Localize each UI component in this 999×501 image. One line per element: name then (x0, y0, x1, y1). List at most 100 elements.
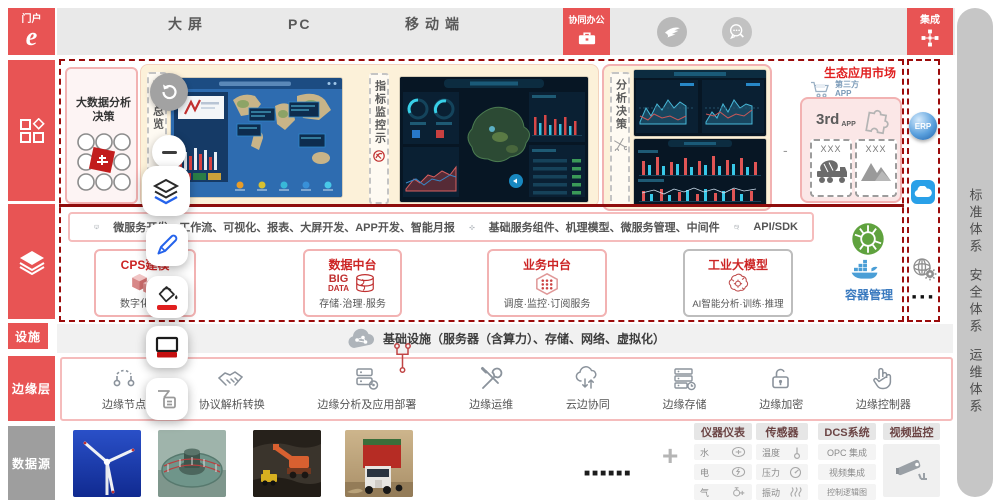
camera-box (883, 444, 940, 497)
sensor-row-pressure: 压力 (756, 464, 808, 480)
mountains-icon (859, 156, 893, 184)
scissors-icon (613, 137, 627, 151)
big-data-db-icon (353, 273, 377, 295)
briefcase-icon (576, 28, 598, 51)
gas-valve-icon (731, 486, 746, 498)
channel-pc: PC (288, 0, 311, 47)
edge-item-controller: 边缘控制器 (856, 366, 911, 412)
server-gear-icon (354, 366, 380, 392)
portal-block: 门户 e (8, 8, 55, 55)
instrument-row-water: 水 (694, 444, 752, 460)
k8s-icon (851, 222, 885, 261)
hand-pointer-icon (870, 366, 896, 392)
tools-icon (478, 366, 504, 392)
facility-layer-label: 设施 (8, 323, 48, 349)
photo-mining-excavator (253, 430, 321, 497)
instruments-header: 仪器仪表 (694, 423, 752, 440)
dashboard-analysis-bottom-screenshot (634, 139, 766, 206)
globe-gear-icon (911, 256, 937, 282)
cloud-app-icon (911, 180, 935, 204)
annotation-layers-button[interactable] (142, 166, 190, 216)
bigdata-title: 大数据分析决策 (71, 97, 136, 125)
bigdata-logo-icon (75, 131, 133, 197)
minus-icon (162, 151, 177, 154)
app-grid-icon (19, 118, 45, 144)
photos-ellipsis: ■■■■■■ (584, 468, 632, 479)
edge-item-encrypt: 边缘加密 (759, 366, 803, 412)
xxx-app-box-2: XXX (855, 139, 897, 197)
instrument-row-electric: 电 (694, 464, 752, 480)
pressure-gauge-icon (789, 466, 802, 479)
security-system-label: 安全体系 (966, 268, 985, 336)
xxx-app-box-1: XXX (810, 139, 852, 197)
industrial-llm-card: 工业大模型 AI智能分析·训练·推理 (683, 249, 793, 317)
ie-logo-icon: e (26, 25, 38, 48)
video-header: 视频监控 (883, 423, 940, 440)
sensor-row-vibration: 振动 (756, 484, 808, 500)
datasource-layer-label: 数据源 (8, 426, 55, 500)
situation-panel: 态势总览 指标监控示 (140, 64, 599, 207)
analysis-decision-tag: 分析决策 (610, 72, 630, 206)
infra-cloud-icon (345, 328, 375, 350)
dashboard-monitor-screenshot (400, 77, 588, 202)
erp-icon: ERP (909, 112, 937, 140)
annotation-fill-button[interactable] (146, 276, 188, 318)
integration-block: 集成 (907, 8, 953, 55)
cctv-camera-icon (894, 455, 930, 487)
annotation-refresh-button[interactable] (150, 73, 188, 111)
container-mgmt-label: 容器管理 (839, 286, 899, 303)
photo-hydro-generator (158, 430, 226, 497)
third-card-title: 3rdAPP (816, 111, 856, 128)
dcs-header: DCS系统 (818, 423, 876, 440)
annotation-collapse-button[interactable] (152, 135, 186, 169)
sensor-row-temp: 温度 (756, 444, 808, 460)
paint-bucket-icon (155, 284, 179, 303)
fill-color-swatch (157, 305, 177, 310)
unlock-icon (768, 366, 794, 392)
hexagon-services-icon (532, 273, 562, 295)
circuit-icon (391, 342, 415, 374)
annotation-template-button[interactable] (146, 378, 188, 420)
edge-item-storage: 边缘存储 (663, 366, 707, 412)
instrument-row-gas: 气 (694, 484, 752, 500)
more-icons-ellipsis: ■ ■ ■ (912, 294, 934, 301)
water-meter-icon (731, 446, 746, 458)
data-platform-card: 数据中台 BIGDATA 存储·治理·服务 (303, 249, 402, 317)
edge-layer-label: 边缘层 (8, 356, 55, 421)
api-window-icon (734, 217, 740, 237)
business-platform-card: 业务中台 调度·监控·订阅服务 (487, 249, 607, 317)
dashboard-situation-screenshot (171, 78, 342, 197)
brush-icon (155, 233, 179, 257)
vibration-icon (789, 486, 802, 498)
dashboard-analysis-top-screenshot (634, 70, 766, 136)
cloud-sync-icon (574, 366, 602, 392)
app-layer-block (8, 60, 55, 201)
third-party-app-card: 3rdAPP XXX XXX (800, 97, 902, 203)
puzzle-icon (860, 103, 894, 137)
cement-truck-icon (814, 156, 848, 186)
dcs-row-opc: OPC 集成 (818, 444, 876, 460)
template-copy-icon (155, 387, 179, 411)
collab-office-label: 协同办公 (568, 13, 604, 26)
edge-item-protocol: 协议解析转换 (199, 366, 265, 412)
eco-market-title: 生态应用市场 (824, 64, 896, 81)
annotation-screen-button[interactable] (146, 326, 188, 368)
dcs-row-logic: 控制逻辑图 (818, 484, 876, 500)
layers-icon (18, 249, 46, 275)
sensors-header: 传感器 (756, 423, 808, 440)
channel-bigscreen: 大屏 (168, 0, 208, 47)
electric-meter-icon (731, 466, 746, 478)
channel-mobile: 移动端 (405, 0, 465, 47)
standard-system-label: 标准体系 (966, 188, 985, 256)
refresh-icon (159, 82, 179, 102)
analysis-panel: 分析决策 (602, 64, 772, 211)
annotation-brush-button[interactable] (146, 224, 188, 266)
ai-brain-icon (723, 273, 753, 296)
integration-hub-icon (920, 28, 940, 53)
docker-icon (849, 257, 883, 286)
alarm-seal-icon (372, 149, 386, 163)
dingtalk-icon (657, 17, 687, 47)
platform-layer-block (8, 204, 55, 319)
edge-bar: 边缘节点 协议解析转换 边缘分析及应用部署 边缘运维 云边协同 边缘存储 边缘加… (60, 357, 953, 421)
collab-office-block: 协同办公 (563, 8, 610, 55)
